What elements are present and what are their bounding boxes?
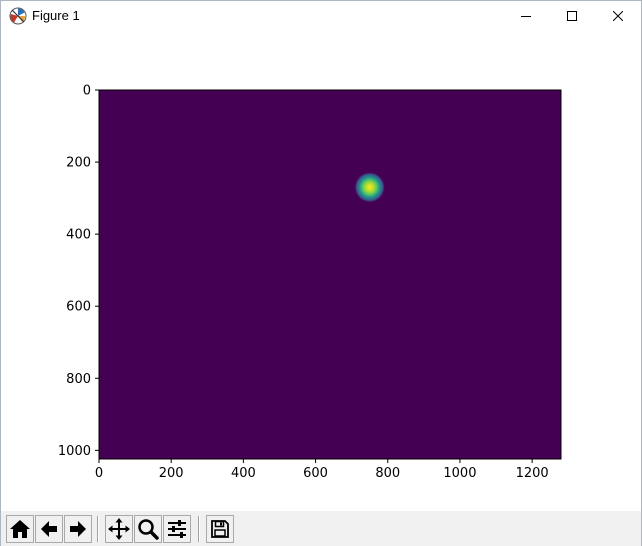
forward-icon — [68, 519, 88, 539]
save-button[interactable] — [206, 515, 234, 543]
window-title: Figure 1 — [32, 8, 80, 23]
title-bar[interactable]: Figure 1 — [1, 1, 641, 31]
minimize-icon — [521, 11, 531, 21]
heatmap-peak — [354, 171, 386, 203]
close-button[interactable] — [595, 1, 641, 31]
x-tick-label: 1200 — [516, 466, 549, 481]
y-tick-label: 0 — [83, 84, 91, 99]
toolbar-separator — [198, 516, 200, 542]
navigation-toolbar — [1, 511, 641, 546]
close-icon — [613, 11, 623, 21]
zoom-icon — [137, 518, 159, 540]
y-tick-label: 600 — [66, 300, 91, 315]
x-tick-label: 0 — [95, 466, 103, 481]
toolbar-separator — [97, 516, 99, 542]
minimize-button[interactable] — [503, 1, 549, 31]
configure-subplots-icon — [166, 519, 188, 539]
maximize-icon — [567, 11, 577, 21]
save-icon — [210, 519, 230, 539]
home-icon — [9, 519, 31, 539]
back-button[interactable] — [35, 515, 63, 543]
y-tick-label: 400 — [66, 228, 91, 243]
y-tick-label: 200 — [66, 156, 91, 171]
maximize-button[interactable] — [549, 1, 595, 31]
y-tick-label: 1000 — [58, 444, 91, 459]
home-button[interactable] — [6, 515, 34, 543]
x-tick-label: 600 — [303, 466, 328, 481]
back-icon — [39, 519, 59, 539]
x-tick-label: 400 — [231, 466, 256, 481]
zoom-button[interactable] — [134, 515, 162, 543]
matplotlib-icon — [9, 7, 27, 25]
heatmap-image — [99, 90, 561, 459]
configure-subplots-button[interactable] — [163, 515, 191, 543]
heatmap-plot[interactable]: 0 200 400 600 800 1000 1200 0 200 400 600 800 1000 — [1, 31, 641, 511]
pan-button[interactable] — [105, 515, 133, 543]
x-tick-label: 200 — [159, 466, 184, 481]
x-tick-label: 800 — [375, 466, 400, 481]
figure-canvas[interactable]: 0 200 400 600 800 1000 1200 0 200 400 600 800 1000 — [1, 31, 641, 511]
pan-icon — [108, 518, 130, 540]
figure-window: Figure 1 0 200 400 600 800 1000 1200 0 2… — [0, 0, 642, 546]
forward-button[interactable] — [64, 515, 92, 543]
x-tick-label: 1000 — [443, 466, 476, 481]
y-tick-label: 800 — [66, 372, 91, 387]
